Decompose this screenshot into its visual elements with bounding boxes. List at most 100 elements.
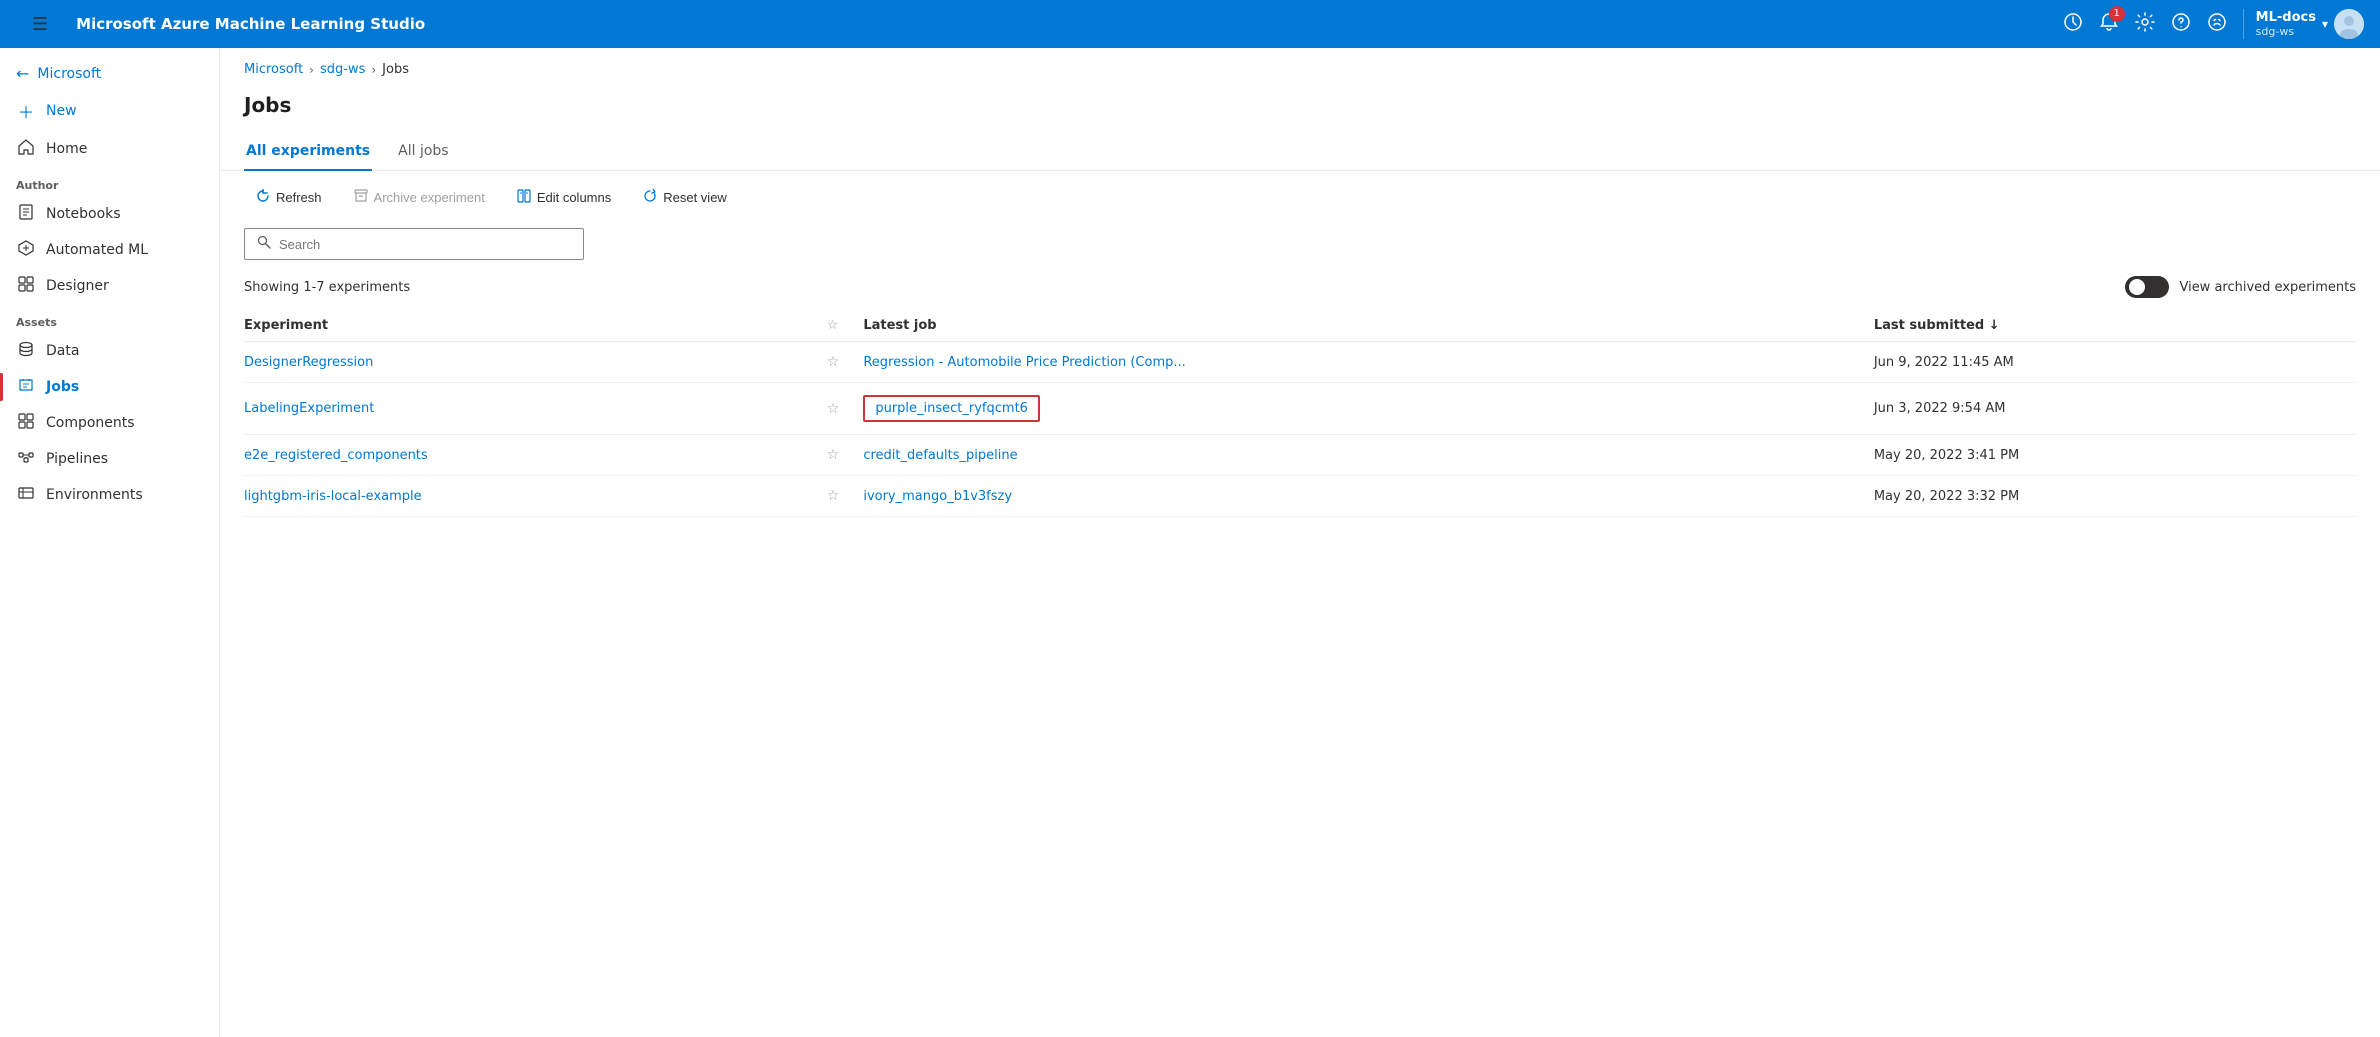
latest-job-link-0[interactable]: Regression - Automobile Price Prediction…	[863, 355, 1185, 370]
table-row: lightgbm-iris-local-example ☆ ivory_mang…	[244, 476, 2356, 517]
sidebar: ← Microsoft ＋ New Home Author Notebooks …	[0, 48, 220, 1037]
table-row: LabelingExperiment ☆ purple_insect_ryfqc…	[244, 383, 2356, 435]
environments-icon	[16, 485, 36, 505]
components-icon	[16, 413, 36, 433]
sidebar-item-data[interactable]: Data	[0, 333, 219, 369]
sidebar-back-label: Microsoft	[37, 66, 101, 82]
sidebar-item-environments[interactable]: Environments	[0, 477, 219, 513]
star-icon-2[interactable]: ☆	[827, 447, 840, 463]
account-name: ML-docs	[2256, 10, 2316, 25]
search-icon	[257, 235, 271, 253]
search-box[interactable]	[244, 228, 584, 260]
last-submitted-cell-2: May 20, 2022 3:41 PM	[1862, 435, 2356, 476]
history-icon[interactable]	[2063, 12, 2083, 37]
latest-job-cell-3: ivory_mango_b1v3fszy	[851, 476, 1862, 517]
tab-all-experiments[interactable]: All experiments	[244, 133, 372, 171]
breadcrumb-sep-1: ›	[309, 63, 314, 77]
plus-icon: ＋	[16, 99, 36, 123]
experiment-link-2[interactable]: e2e_registered_components	[244, 448, 428, 463]
search-input[interactable]	[279, 237, 571, 252]
jobs-icon	[16, 377, 36, 397]
col-header-latest-job[interactable]: Latest job	[851, 310, 1862, 342]
results-row: Showing 1-7 experiments View archived ex…	[220, 272, 2380, 310]
account-info: ML-docs sdg-ws	[2256, 10, 2316, 38]
sidebar-back-button[interactable]: ← Microsoft	[0, 56, 219, 91]
top-navbar: ☰ Microsoft Azure Machine Learning Studi…	[0, 0, 2380, 48]
sidebar-jobs-label: Jobs	[46, 379, 79, 395]
account-section[interactable]: ML-docs sdg-ws ▾	[2243, 9, 2364, 39]
feedback-icon[interactable]	[2207, 12, 2227, 37]
page-title: Jobs	[244, 93, 2356, 117]
refresh-button[interactable]: Refresh	[244, 183, 334, 212]
sidebar-designer-label: Designer	[46, 278, 109, 294]
experiment-link-1[interactable]: LabelingExperiment	[244, 401, 374, 416]
breadcrumb-workspace[interactable]: sdg-ws	[320, 62, 365, 77]
experiment-link-0[interactable]: DesignerRegression	[244, 355, 373, 370]
experiment-name-cell: lightgbm-iris-local-example	[244, 476, 815, 517]
account-dropdown-icon: ▾	[2322, 17, 2328, 31]
assets-section-label: Assets	[0, 304, 219, 333]
archive-icon	[354, 189, 368, 206]
sidebar-item-automated-ml[interactable]: Automated ML	[0, 232, 219, 268]
app-title: Microsoft Azure Machine Learning Studio	[76, 15, 425, 33]
sidebar-notebooks-label: Notebooks	[46, 206, 121, 222]
results-count: Showing 1-7 experiments	[244, 280, 410, 295]
breadcrumb-microsoft[interactable]: Microsoft	[244, 62, 303, 77]
reset-view-icon	[643, 189, 657, 206]
star-header-icon: ☆	[827, 318, 839, 333]
table-row: e2e_registered_components ☆ credit_defau…	[244, 435, 2356, 476]
reset-view-button[interactable]: Reset view	[631, 183, 739, 212]
main-content: Microsoft › sdg-ws › Jobs Jobs All exper…	[220, 48, 2380, 1037]
last-submitted-cell-3: May 20, 2022 3:32 PM	[1862, 476, 2356, 517]
back-arrow-icon: ←	[16, 64, 29, 83]
col-header-last-submitted[interactable]: Last submitted ↓	[1862, 310, 2356, 342]
archive-toggle-row: View archived experiments	[2125, 276, 2356, 298]
sidebar-item-notebooks[interactable]: Notebooks	[0, 196, 219, 232]
star-icon-3[interactable]: ☆	[827, 488, 840, 504]
sidebar-item-new[interactable]: ＋ New	[0, 91, 219, 131]
latest-job-cell-0: Regression - Automobile Price Prediction…	[851, 342, 1862, 383]
edit-columns-button[interactable]: Edit columns	[505, 183, 623, 212]
archive-experiment-button[interactable]: Archive experiment	[342, 183, 497, 212]
refresh-icon	[256, 189, 270, 206]
home-icon	[16, 139, 36, 159]
sidebar-item-home[interactable]: Home	[0, 131, 219, 167]
sidebar-components-label: Components	[46, 415, 135, 431]
automated-ml-icon	[16, 240, 36, 260]
edit-columns-icon	[517, 189, 531, 206]
reset-view-label: Reset view	[663, 190, 727, 205]
sidebar-item-pipelines[interactable]: Pipelines	[0, 441, 219, 477]
settings-icon[interactable]	[2135, 12, 2155, 37]
experiments-table: Experiment ☆ Latest job Last submitted ↓	[244, 310, 2356, 517]
last-submitted-cell-0: Jun 9, 2022 11:45 AM	[1862, 342, 2356, 383]
last-submitted-cell-1: Jun 3, 2022 9:54 AM	[1862, 383, 2356, 435]
notification-icon[interactable]: 1	[2099, 12, 2119, 37]
sidebar-item-designer[interactable]: Designer	[0, 268, 219, 304]
star-cell-3: ☆	[815, 476, 852, 517]
toolbar: Refresh Archive experiment Edit columns …	[220, 171, 2380, 224]
highlighted-job-cell: purple_insect_ryfqcmt6	[863, 395, 1040, 422]
toggle-label: View archived experiments	[2179, 280, 2356, 295]
experiment-name-cell: LabelingExperiment	[244, 383, 815, 435]
experiment-link-3[interactable]: lightgbm-iris-local-example	[244, 489, 422, 504]
latest-job-link-1[interactable]: purple_insect_ryfqcmt6	[875, 401, 1028, 416]
help-icon[interactable]	[2171, 12, 2191, 37]
tab-all-jobs[interactable]: All jobs	[396, 133, 450, 171]
experiment-name-cell: DesignerRegression	[244, 342, 815, 383]
col-header-experiment[interactable]: Experiment	[244, 310, 815, 342]
latest-job-link-2[interactable]: credit_defaults_pipeline	[863, 448, 1017, 463]
star-cell-1: ☆	[815, 383, 852, 435]
sidebar-item-components[interactable]: Components	[0, 405, 219, 441]
latest-job-link-3[interactable]: ivory_mango_b1v3fszy	[863, 489, 1012, 504]
edit-columns-label: Edit columns	[537, 190, 611, 205]
data-icon	[16, 341, 36, 361]
sidebar-item-jobs[interactable]: Jobs	[0, 369, 219, 405]
star-icon-0[interactable]: ☆	[827, 354, 840, 370]
hamburger-menu[interactable]: ☰	[16, 6, 64, 43]
account-workspace: sdg-ws	[2256, 25, 2316, 38]
star-icon-1[interactable]: ☆	[827, 401, 840, 417]
latest-job-cell-1: purple_insect_ryfqcmt6	[851, 383, 1862, 435]
designer-icon	[16, 276, 36, 296]
archive-toggle[interactable]	[2125, 276, 2169, 298]
refresh-label: Refresh	[276, 190, 322, 205]
